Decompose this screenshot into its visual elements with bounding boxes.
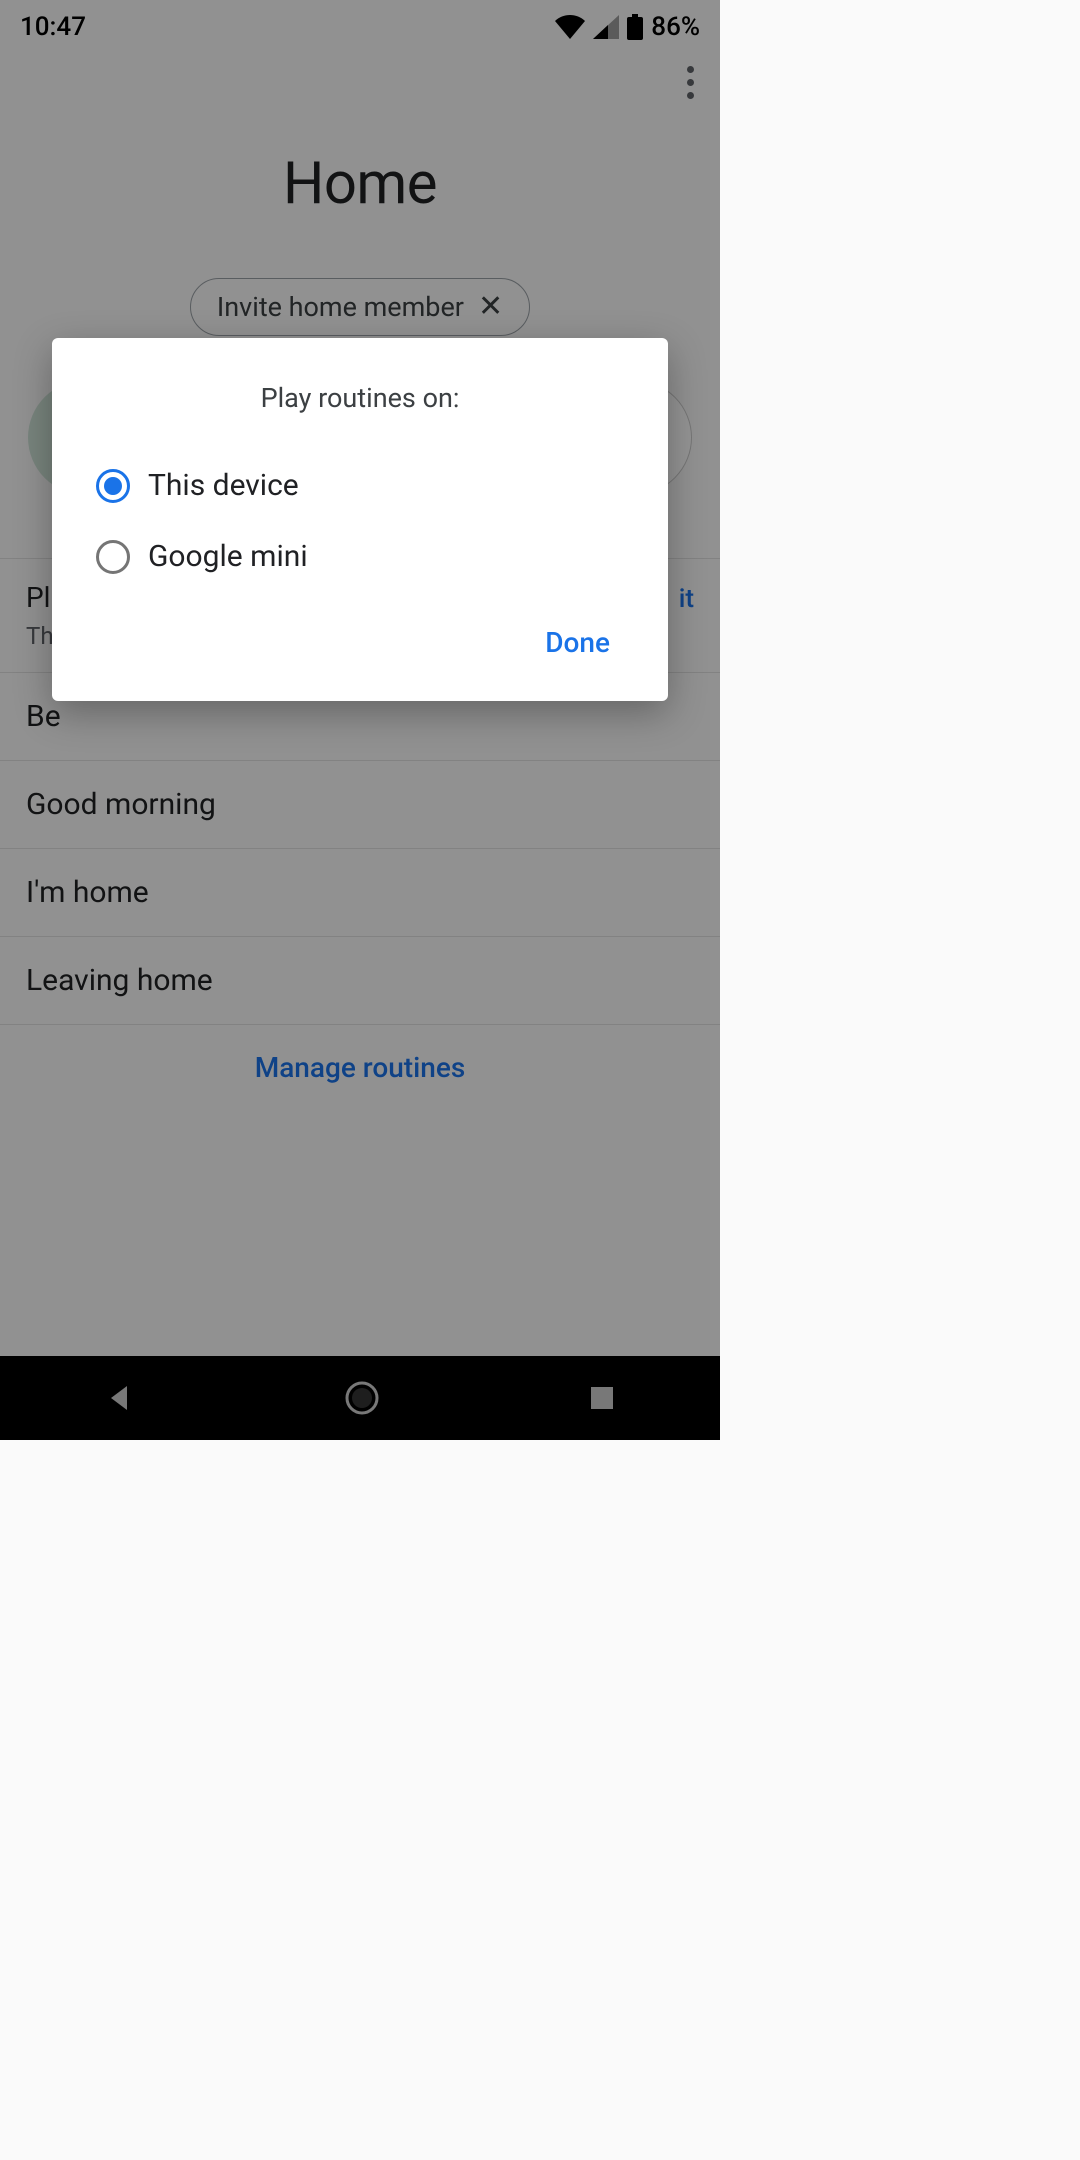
done-button[interactable]: Done (531, 616, 624, 669)
radio-option-google-mini[interactable]: Google mini (52, 521, 668, 592)
radio-icon (96, 540, 130, 574)
radio-icon (96, 469, 130, 503)
radio-label: This device (148, 468, 299, 503)
modal-scrim[interactable] (0, 0, 720, 1440)
radio-label: Google mini (148, 539, 308, 574)
dialog-title: Play routines on: (52, 382, 668, 414)
dialog-actions: Done (52, 592, 668, 677)
radio-option-this-device[interactable]: This device (52, 450, 668, 521)
play-routines-dialog: Play routines on: This device Google min… (52, 338, 668, 701)
